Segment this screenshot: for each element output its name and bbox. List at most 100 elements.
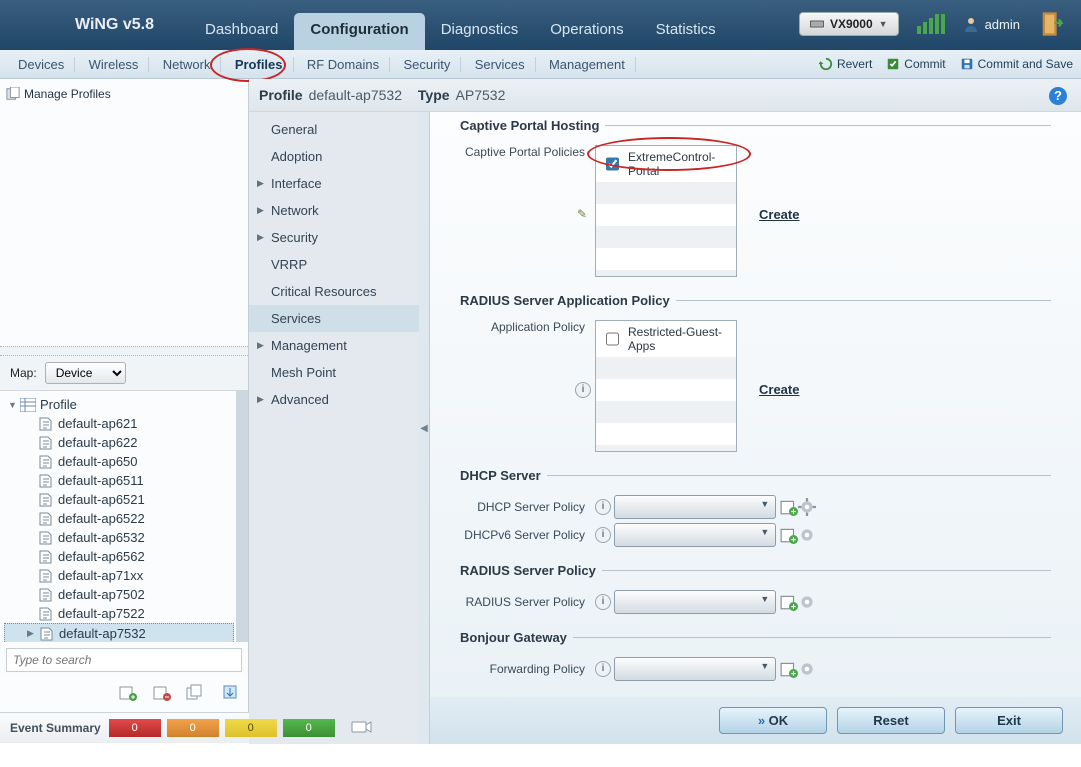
tree-item[interactable]: default-ap621 (4, 414, 234, 433)
logout-icon[interactable] (1038, 10, 1066, 38)
tab-configuration[interactable]: Configuration (294, 13, 424, 50)
camera-icon[interactable] (351, 719, 373, 738)
radius-srv-combo[interactable] (614, 590, 776, 614)
gear-icon[interactable] (798, 498, 816, 516)
radius-app-checkbox[interactable] (606, 332, 619, 346)
revert-button[interactable]: Revert (819, 57, 872, 71)
expand-icon[interactable]: ▶ (257, 178, 264, 189)
device-selector[interactable]: VX9000 ▼ (799, 12, 899, 36)
create-policy-icon[interactable] (780, 660, 798, 678)
tree-item[interactable]: default-ap7502 (4, 585, 234, 604)
gear-icon[interactable] (798, 593, 816, 611)
delete-icon[interactable] (152, 683, 172, 704)
subtab-profiles[interactable]: Profiles (225, 57, 294, 72)
list-item[interactable] (596, 379, 736, 401)
gear-icon[interactable] (798, 526, 816, 544)
expand-icon[interactable]: ▶ (27, 628, 35, 639)
list-item[interactable] (596, 270, 736, 277)
expand-icon[interactable]: ▶ (257, 340, 264, 351)
list-item[interactable] (596, 182, 736, 204)
create-policy-icon[interactable] (780, 498, 798, 516)
sev-major[interactable]: 0 (167, 719, 219, 737)
nav-item-services[interactable]: Services (249, 305, 419, 332)
map-select[interactable]: Device (45, 362, 126, 384)
create-policy-icon[interactable] (780, 526, 798, 544)
info-icon[interactable]: i (595, 499, 611, 515)
collapse-icon[interactable]: ▼ (8, 400, 16, 410)
nav-item-mesh-point[interactable]: Mesh Point (249, 359, 419, 386)
manage-profiles-link[interactable]: Manage Profiles (6, 85, 242, 103)
nav-item-interface[interactable]: ▶Interface (249, 170, 419, 197)
list-item[interactable] (596, 204, 736, 226)
tree-root[interactable]: ▼ Profile (4, 395, 234, 414)
exit-button[interactable]: Exit (955, 707, 1063, 734)
tab-dashboard[interactable]: Dashboard (189, 13, 294, 50)
nav-item-management[interactable]: ▶Management (249, 332, 419, 359)
gear-icon[interactable] (798, 660, 816, 678)
info-icon[interactable]: i (595, 661, 611, 677)
list-item[interactable] (596, 248, 736, 270)
subtab-network[interactable]: Network (153, 57, 222, 72)
tree-item[interactable]: default-ap622 (4, 433, 234, 452)
tree-item[interactable]: default-ap6521 (4, 490, 234, 509)
tab-statistics[interactable]: Statistics (640, 13, 732, 50)
profile-tree[interactable]: ▼ Profile default-ap621default-ap622defa… (0, 391, 248, 642)
list-item[interactable] (596, 226, 736, 248)
help-icon[interactable]: ? (1049, 87, 1067, 105)
copy-icon[interactable] (186, 683, 206, 704)
captive-checkbox[interactable] (606, 157, 619, 171)
expand-icon[interactable]: ▶ (257, 232, 264, 243)
nav-item-critical-resources[interactable]: Critical Resources (249, 278, 419, 305)
tree-item[interactable]: default-ap6532 (4, 528, 234, 547)
sev-normal[interactable]: 0 (283, 719, 335, 737)
captive-item[interactable]: ExtremeControl-Portal (596, 146, 736, 182)
expand-icon[interactable]: ▶ (257, 394, 264, 405)
subtab-security[interactable]: Security (393, 57, 461, 72)
tree-item[interactable]: ▶default-ap7532 (4, 623, 234, 642)
expand-icon[interactable]: ▶ (257, 205, 264, 216)
list-item[interactable] (596, 357, 736, 379)
tree-search-input[interactable] (6, 648, 242, 672)
nav-item-advanced[interactable]: ▶Advanced (249, 386, 419, 413)
dhcpv6-policy-combo[interactable] (614, 523, 776, 547)
sev-minor[interactable]: 0 (225, 719, 277, 737)
radius-app-create-link[interactable]: Create (759, 382, 799, 397)
info-icon[interactable]: i (575, 382, 591, 398)
ok-button[interactable]: » OK (719, 707, 827, 734)
nav-item-security[interactable]: ▶Security (249, 224, 419, 251)
tree-item[interactable]: default-ap7522 (4, 604, 234, 623)
reset-button[interactable]: Reset (837, 707, 945, 734)
create-policy-icon[interactable] (780, 593, 798, 611)
captive-create-link[interactable]: Create (759, 207, 799, 222)
captive-listbox[interactable]: ExtremeControl-Portal (595, 145, 737, 277)
edit-icon[interactable]: ✎ (577, 207, 587, 221)
info-icon[interactable]: i (595, 527, 611, 543)
list-item[interactable] (596, 445, 736, 452)
subtab-rf-domains[interactable]: RF Domains (297, 57, 390, 72)
dhcp-policy-combo[interactable] (614, 495, 776, 519)
add-icon[interactable] (118, 683, 138, 704)
nav-item-network[interactable]: ▶Network (249, 197, 419, 224)
admin-user[interactable]: admin (963, 16, 1020, 32)
radius-app-listbox[interactable]: Restricted-Guest-Apps (595, 320, 737, 452)
tree-item[interactable]: default-ap6511 (4, 471, 234, 490)
nav-item-adoption[interactable]: Adoption (249, 143, 419, 170)
tree-item[interactable]: default-ap71xx (4, 566, 234, 585)
subtab-devices[interactable]: Devices (8, 57, 75, 72)
subtab-management[interactable]: Management (539, 57, 636, 72)
nav-item-general[interactable]: General (249, 116, 419, 143)
tab-operations[interactable]: Operations (534, 13, 639, 50)
list-item[interactable] (596, 423, 736, 445)
radius-app-item[interactable]: Restricted-Guest-Apps (596, 321, 736, 357)
commit-button[interactable]: Commit (886, 57, 945, 71)
subtab-services[interactable]: Services (465, 57, 536, 72)
subtab-wireless[interactable]: Wireless (79, 57, 150, 72)
list-item[interactable] (596, 401, 736, 423)
horizontal-splitter[interactable] (0, 346, 248, 356)
tree-item[interactable]: default-ap6522 (4, 509, 234, 528)
tree-item[interactable]: default-ap650 (4, 452, 234, 471)
vertical-splitter[interactable]: ◀ (419, 112, 430, 744)
sev-critical[interactable]: 0 (109, 719, 161, 737)
export-icon[interactable] (220, 683, 240, 704)
tree-item[interactable]: default-ap6562 (4, 547, 234, 566)
